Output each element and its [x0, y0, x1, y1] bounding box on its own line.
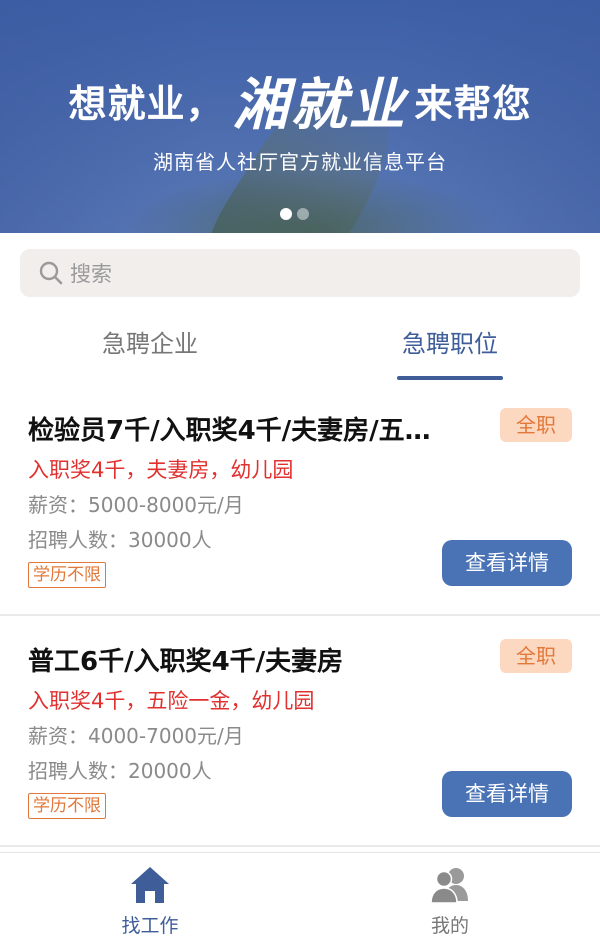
view-details-button[interactable]: 查看详情: [442, 540, 572, 586]
search-icon: [39, 261, 63, 285]
bottom-nav: 找工作 我的: [0, 852, 600, 944]
job-perks: 入职奖4千，五险一金，幼儿园: [28, 689, 315, 713]
carousel-dot-active[interactable]: [280, 208, 292, 220]
search-placeholder: 搜索: [70, 262, 112, 286]
nav-find-job[interactable]: 找工作: [0, 853, 300, 944]
job-headcount: 招聘人数：30000人: [28, 528, 212, 552]
banner-headline: 想就业， 湘就业 来帮您: [0, 60, 600, 141]
carousel-dot[interactable]: [297, 208, 309, 220]
view-details-button[interactable]: 查看详情: [442, 771, 572, 817]
job-title: 检验员7千/入职奖4千/夫妻房/五…: [28, 416, 431, 446]
job-type-badge: 全职: [500, 408, 572, 442]
job-salary: 薪资：5000-8000元/月: [28, 493, 244, 517]
tab-label: 急聘职位: [402, 330, 498, 358]
nav-label: 找工作: [121, 915, 179, 937]
headline-brand: 湘就业: [232, 73, 407, 138]
banner-subtitle: 湖南省人社厅官方就业信息平台: [153, 150, 447, 174]
tab-urgent-companies[interactable]: 急聘企业: [60, 318, 240, 380]
search-input[interactable]: 搜索: [20, 249, 580, 297]
headline-pre: 想就业，: [68, 82, 225, 126]
job-perks: 入职奖4千，夫妻房，幼儿园: [28, 458, 294, 482]
job-type-badge: 全职: [500, 639, 572, 673]
job-card[interactable]: 检验员7千/入职奖4千/夫妻房/五… 全职 入职奖4千，夫妻房，幼儿园 薪资：5…: [0, 392, 600, 616]
nav-label: 我的: [430, 915, 469, 937]
education-tag: 学历不限: [28, 793, 106, 819]
active-tab-underline: [397, 376, 503, 380]
headline-post: 来帮您: [414, 82, 532, 126]
job-title: 普工6千/入职奖4千/夫妻房: [28, 647, 344, 677]
tab-urgent-positions[interactable]: 急聘职位: [360, 318, 540, 380]
tab-bar: 急聘企业 急聘职位: [0, 318, 600, 380]
home-icon: [131, 867, 169, 903]
job-headcount: 招聘人数：20000人: [28, 759, 212, 783]
tab-label: 急聘企业: [102, 330, 198, 358]
nav-mine[interactable]: 我的: [300, 853, 600, 944]
job-salary: 薪资：4000-7000元/月: [28, 724, 244, 748]
job-card[interactable]: 普工6千/入职奖4千/夫妻房 全职 入职奖4千，五险一金，幼儿园 薪资：4000…: [0, 623, 600, 847]
education-tag: 学历不限: [28, 562, 106, 588]
hero-banner[interactable]: 想就业， 湘就业 来帮您 湖南省人社厅官方就业信息平台: [0, 0, 600, 233]
carousel-indicator: [280, 205, 314, 220]
users-icon: [430, 868, 468, 904]
